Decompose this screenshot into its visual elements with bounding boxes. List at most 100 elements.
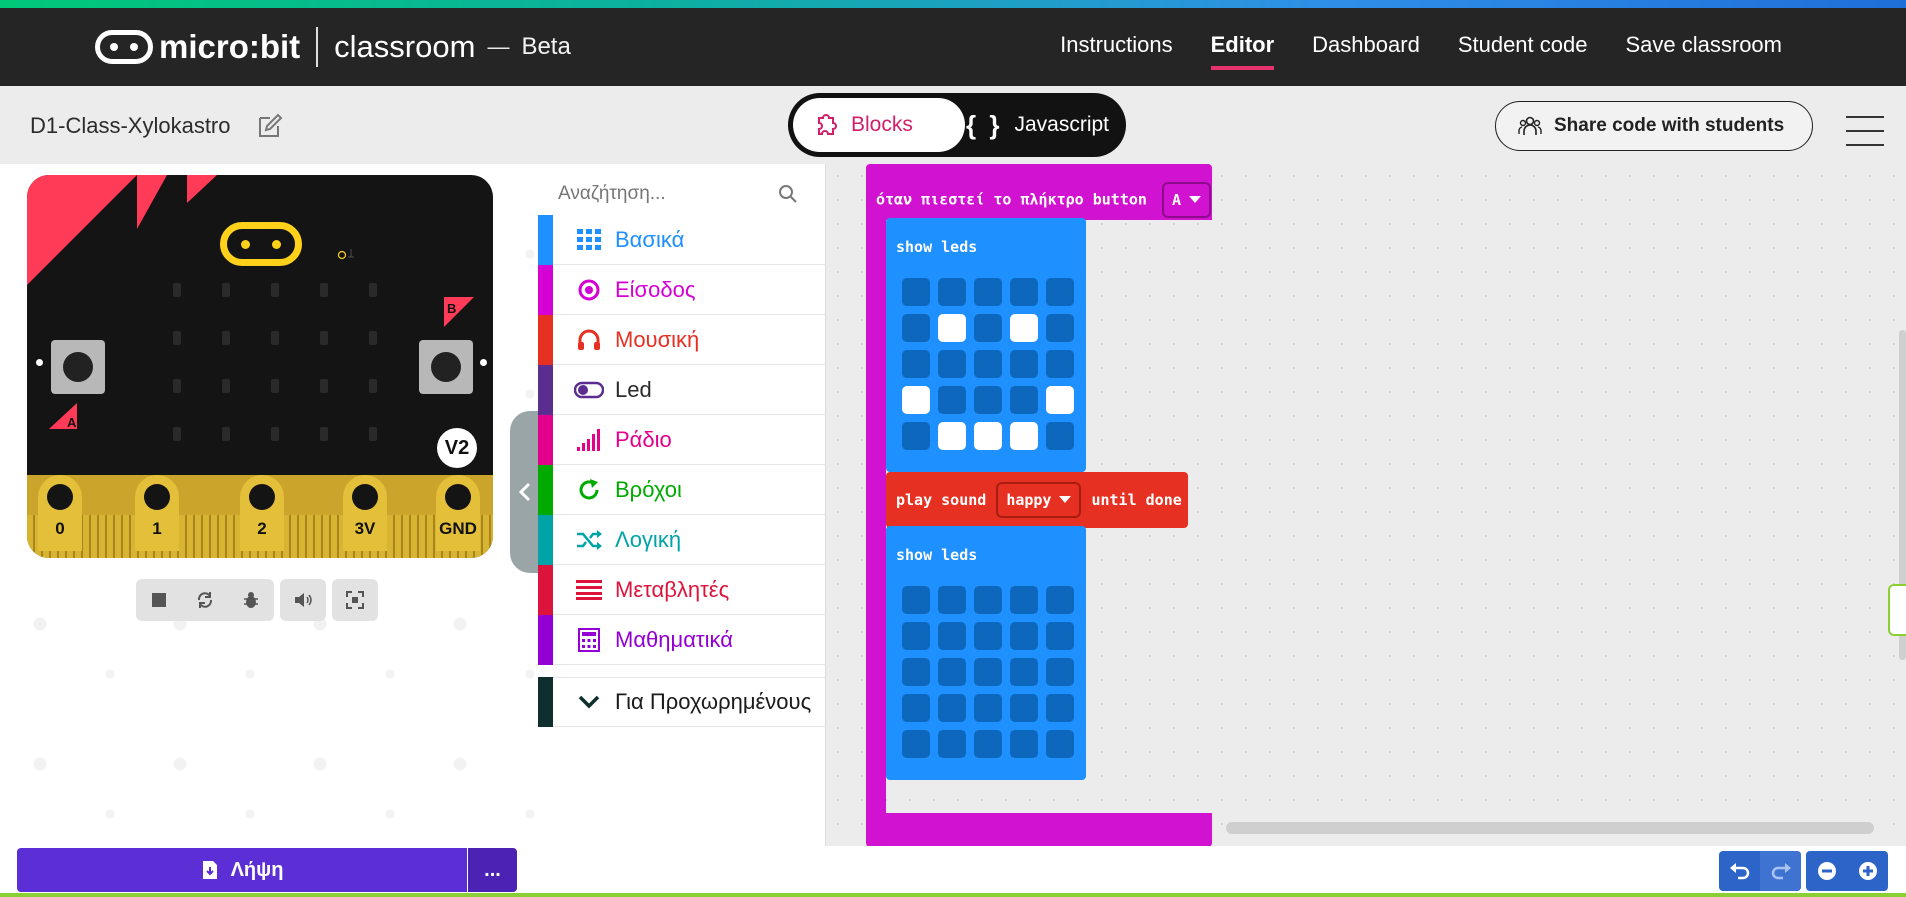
sound-dropdown[interactable]: happy — [996, 482, 1082, 518]
simulator-panel: A B V2 0 1 2 3V GND — [0, 164, 538, 846]
category-variables[interactable]: Μεταβλητές — [538, 564, 826, 615]
category-radio[interactable]: Ράδιο — [538, 414, 826, 465]
nav-student-code[interactable]: Student code — [1458, 32, 1588, 70]
pin-label-gnd: GND — [439, 519, 477, 538]
pin-1[interactable] — [135, 475, 179, 551]
javascript-label: Javascript — [1014, 113, 1109, 136]
led-matrix — [173, 283, 377, 489]
button-a-label: A — [49, 403, 77, 430]
blocks-label: Blocks — [851, 113, 913, 136]
undo-icon[interactable] — [1719, 851, 1760, 891]
search-icon[interactable] — [778, 184, 798, 204]
nav-editor[interactable]: Editor — [1210, 32, 1275, 70]
blocks-workspace[interactable]: όταν πιεστεί το πλήκτρο button A show le… — [826, 164, 1906, 847]
toolbox-search — [558, 178, 808, 210]
category-label: Λογική — [615, 526, 682, 552]
debug-icon[interactable] — [228, 579, 274, 621]
button-b-label: B — [444, 297, 474, 327]
puzzle-icon — [818, 114, 837, 135]
show-leds-label: show leds — [896, 238, 978, 256]
on-button-pressed-block[interactable]: όταν πιεστεί το πλήκτρο button A — [866, 164, 1212, 220]
download-icon — [202, 861, 217, 879]
category-input[interactable]: Είσοδος — [538, 264, 826, 315]
version-badge: V2 — [437, 428, 477, 468]
category-logic[interactable]: Λογική — [538, 514, 826, 565]
svg-text:B: B — [447, 301, 456, 316]
product-name: classroom — [334, 29, 476, 64]
pin-2[interactable] — [240, 475, 284, 551]
redo-icon[interactable] — [1760, 851, 1801, 891]
button-a[interactable] — [51, 340, 105, 394]
category-loops[interactable]: Βρόχοι — [538, 464, 826, 515]
bottom-accent-line — [0, 893, 1906, 897]
show-leds-label: show leds — [896, 546, 978, 564]
product-dash: — — [487, 34, 510, 59]
category-label: Βασικά — [615, 226, 685, 252]
category-label: Μουσική — [615, 326, 700, 352]
editor-toolbar: D1-Class-Xylokastro Blocks { } Javascrip… — [0, 86, 1906, 164]
play-sound-label: play sound — [896, 491, 987, 509]
category-math[interactable]: Μαθηματικά — [538, 614, 826, 665]
more-download-options-button[interactable]: ... — [468, 848, 517, 892]
until-done-label: until done — [1091, 491, 1182, 509]
share-code-button[interactable]: Share code with students — [1495, 101, 1813, 151]
calculator-icon — [573, 627, 605, 652]
stop-icon[interactable] — [136, 579, 182, 621]
users-icon — [1518, 116, 1542, 135]
button-dropdown[interactable]: A — [1161, 182, 1211, 218]
show-leds-block[interactable]: show leds — [886, 526, 1086, 780]
event-block-side — [866, 220, 886, 813]
nav-instructions[interactable]: Instructions — [1060, 32, 1173, 70]
zoom-out-icon[interactable] — [1806, 851, 1847, 891]
chevron-down-icon — [573, 695, 605, 709]
button-b[interactable] — [419, 340, 473, 394]
board-logo-touch[interactable] — [220, 222, 302, 266]
workspace-horizontal-scrollbar[interactable] — [1226, 822, 1874, 834]
main-nav: Instructions Editor Dashboard Student co… — [1060, 32, 1782, 70]
pin-label-1: 1 — [152, 519, 162, 538]
javascript-toggle-button[interactable]: { } Javascript — [966, 98, 1109, 152]
category-led[interactable]: Led — [538, 364, 826, 415]
sound-icon[interactable] — [280, 579, 326, 621]
category-label: Για Προχωρημένους — [615, 689, 812, 714]
bottom-bar: Λήψη ... — [0, 846, 1906, 897]
dropdown-arrow-icon — [1189, 196, 1201, 203]
event-block-footer — [866, 813, 1212, 847]
chevron-left-icon — [518, 482, 531, 502]
category-basic[interactable]: Βασικά — [538, 214, 826, 265]
nav-dashboard[interactable]: Dashboard — [1312, 32, 1420, 70]
nav-save-classroom[interactable]: Save classroom — [1625, 32, 1782, 70]
led-editor-grid[interactable] — [902, 586, 1074, 758]
download-label: Λήψη — [230, 858, 284, 881]
pin-0[interactable] — [38, 475, 82, 551]
category-music[interactable]: Μουσική — [538, 314, 826, 365]
restart-icon[interactable] — [182, 579, 228, 621]
zoom-in-icon[interactable] — [1847, 851, 1888, 891]
category-label: Ράδιο — [615, 426, 672, 452]
led-editor-grid[interactable] — [902, 278, 1074, 450]
collapse-simulator-button[interactable] — [510, 411, 540, 573]
headphones-icon — [573, 329, 605, 351]
microbit-logo[interactable]: micro:bit classroom — Beta — [95, 25, 571, 69]
fullscreen-icon[interactable] — [332, 579, 378, 621]
play-sound-block[interactable]: play sound happy until done — [886, 472, 1188, 528]
search-input[interactable] — [558, 183, 778, 205]
category-label: Μαθηματικά — [615, 626, 733, 652]
category-advanced[interactable]: Για Προχωρημένους — [538, 677, 826, 727]
braces-icon: { } — [966, 109, 1003, 140]
block-toolbox: Βασικά Είσοδος Μουσική Led Ράδιο Βρ — [538, 164, 826, 846]
beta-label: Beta — [521, 33, 571, 60]
blocks-toggle-button[interactable]: Blocks — [793, 98, 965, 152]
show-leds-block[interactable]: show leds — [886, 218, 1086, 472]
trash-icon[interactable] — [1888, 584, 1906, 636]
edit-icon[interactable] — [256, 112, 284, 140]
pin-label-2: 2 — [257, 519, 267, 538]
refresh-icon — [573, 478, 605, 502]
app-header: micro:bit classroom — Beta Instructions … — [0, 8, 1906, 86]
download-button[interactable]: Λήψη — [17, 848, 467, 892]
shuffle-icon — [573, 529, 605, 551]
category-label: Βρόχοι — [615, 476, 682, 502]
simulator-controls — [136, 579, 378, 621]
menu-hamburger-icon[interactable] — [1846, 104, 1884, 146]
category-label: Είσοδος — [615, 276, 696, 302]
